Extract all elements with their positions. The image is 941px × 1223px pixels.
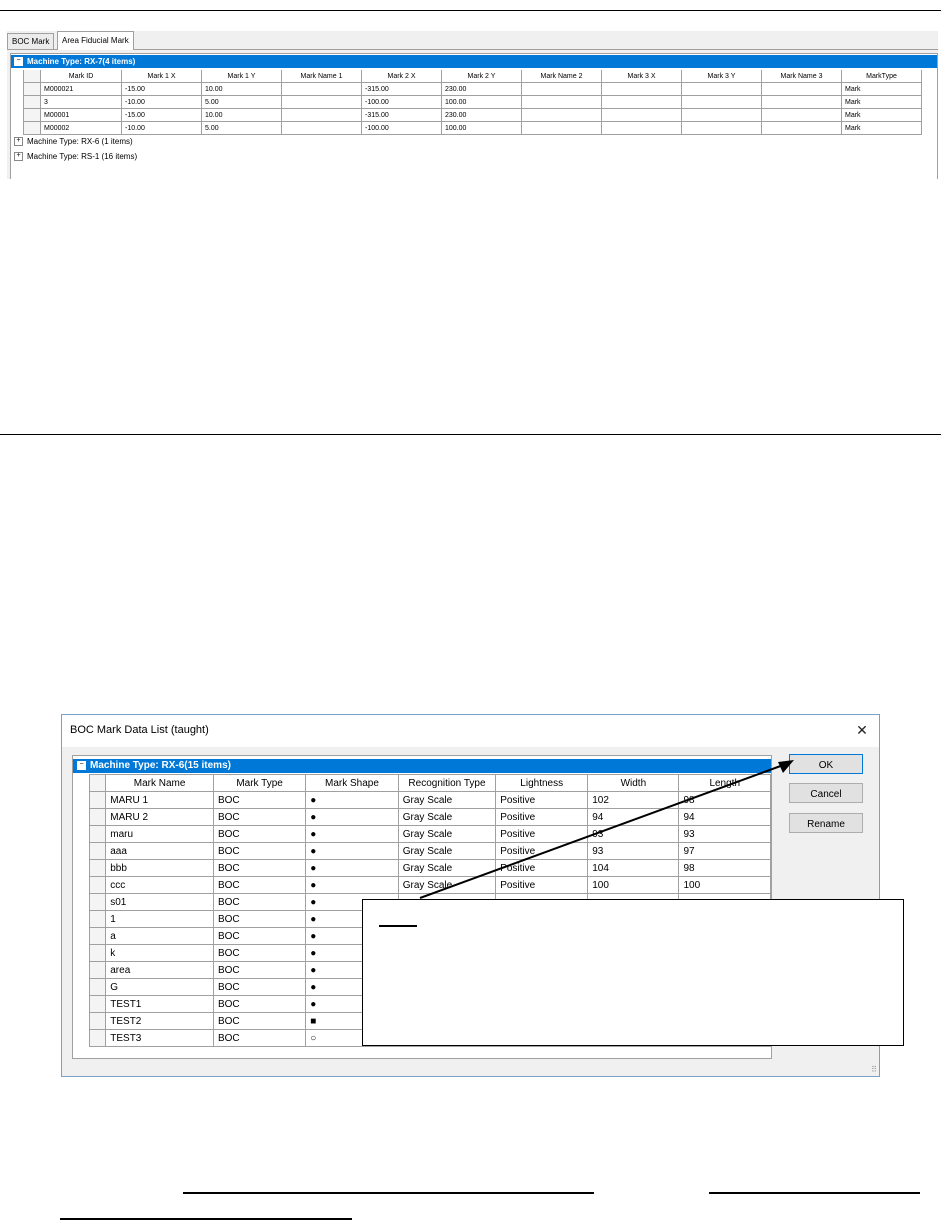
callout-arrow	[419, 760, 794, 899]
arrow-head-icon	[778, 760, 794, 773]
arrow-line	[419, 763, 787, 899]
text-underline	[183, 1192, 594, 1194]
text-underline	[60, 1218, 352, 1220]
text-underline	[709, 1192, 920, 1194]
